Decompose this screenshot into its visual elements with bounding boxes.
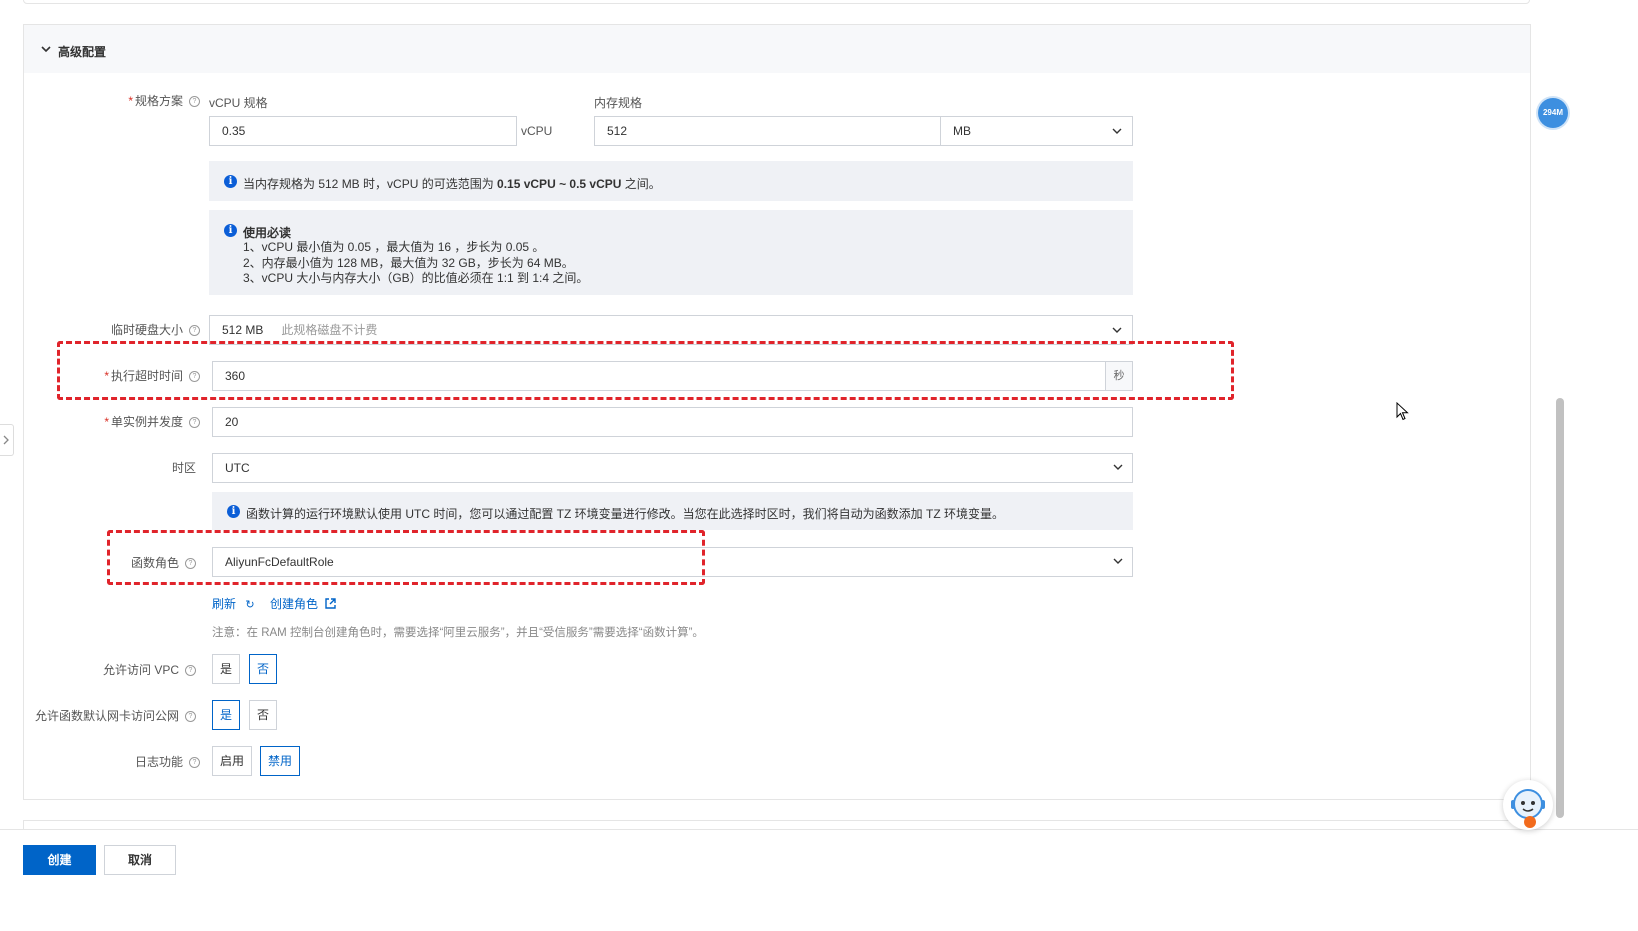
chevron-down-icon[interactable]: [1112, 126, 1122, 136]
chevron-down-icon[interactable]: [1113, 556, 1123, 566]
chevron-down-icon[interactable]: [1113, 462, 1123, 472]
usage-rule: 2、内存最小值为 128 MB，最大值为 32 GB，步长为 64 MB。: [243, 255, 574, 270]
vcpu-unit: vCPU: [521, 124, 553, 138]
scrollbar-thumb[interactable]: [1556, 398, 1564, 818]
logging-label: 日志功能?: [100, 755, 200, 769]
concurrency-label-text: 单实例并发度: [110, 415, 183, 429]
range-bold: 0.15 vCPU ~ 0.5 vCPU: [497, 177, 622, 191]
advanced-config-header[interactable]: [24, 25, 1530, 73]
logging-label-text: 日志功能: [134, 755, 183, 769]
info-icon: i: [224, 224, 237, 237]
concurrency-input[interactable]: 20: [212, 407, 1133, 437]
vcpu-label: vCPU 规格: [209, 96, 268, 110]
disk-label-text: 临时硬盘大小: [110, 323, 183, 337]
role-annotation-box: [107, 530, 705, 585]
help-icon[interactable]: ?: [189, 325, 200, 337]
chevron-down-icon[interactable]: [1112, 325, 1122, 335]
refresh-icon: ↻: [245, 599, 255, 611]
internet-label-text: 允许函数默认网卡访问公网: [34, 709, 179, 723]
concurrency-label: * 单实例并发度?: [100, 415, 200, 429]
cancel-button[interactable]: 取消: [104, 845, 176, 875]
memory-badge[interactable]: 294M: [1538, 98, 1568, 128]
mouse-cursor-icon: [1396, 402, 1409, 421]
vcpu-range-text: 当内存规格为 512 MB 时，vCPU 的可选范围为 0.15 vCPU ~ …: [243, 175, 661, 192]
required-mark: *: [104, 415, 109, 429]
required-mark: *: [128, 94, 133, 108]
memory-unit-select[interactable]: MB: [940, 116, 1133, 146]
internet-label: 允许函数默认网卡访问公网?: [20, 709, 196, 723]
spec-label-text: 规格方案: [134, 94, 183, 108]
timezone-notice-text: 函数计算的运行环境默认使用 UTC 时间，您可以通过配置 TZ 环境变量进行修改…: [246, 507, 1004, 521]
help-icon[interactable]: ?: [189, 96, 200, 108]
memory-label: 内存规格: [594, 96, 643, 110]
usage-rule: 3、vCPU 大小与内存大小（GB）的比值必须在 1:1 到 1:4 之间。: [243, 271, 589, 285]
disk-value: 512 MB: [222, 323, 264, 337]
vcpu-input[interactable]: 0.35: [209, 116, 517, 146]
footer-bar: [0, 829, 1638, 931]
timezone-label: 时区: [171, 461, 196, 475]
disk-hint: 此规格磁盘不计费: [281, 323, 378, 337]
range-suffix: 之间。: [621, 177, 661, 191]
internet-yes-option[interactable]: 是: [212, 700, 240, 730]
external-link-icon: [325, 598, 337, 609]
timezone-select[interactable]: UTC: [212, 453, 1133, 483]
memory-unit-value: MB: [953, 124, 971, 138]
info-icon: i: [224, 175, 237, 188]
previous-section-card: [23, 0, 1530, 4]
create-role-text: 创建角色: [270, 597, 319, 611]
help-icon[interactable]: ?: [185, 665, 196, 677]
role-note: 注意：在 RAM 控制台创建角色时，需要选择“阿里云服务”，并且“受信服务”需要…: [212, 627, 704, 639]
chevron-right-icon: [3, 435, 9, 445]
internet-no-option[interactable]: 否: [249, 700, 277, 730]
usage-rules-title: 使用必读: [243, 226, 292, 240]
vpc-label-text: 允许访问 VPC: [102, 663, 179, 677]
logging-disable-option[interactable]: 禁用: [260, 746, 300, 776]
chevron-down-icon[interactable]: [40, 43, 52, 55]
help-icon[interactable]: ?: [189, 417, 200, 429]
timezone-value: UTC: [225, 461, 250, 475]
refresh-link[interactable]: 刷新 ↻: [212, 595, 255, 612]
vpc-no-option[interactable]: 否: [249, 654, 277, 684]
memory-input[interactable]: 512: [594, 116, 941, 146]
help-icon[interactable]: ?: [185, 711, 196, 723]
spec-label: * 规格方案?: [100, 94, 200, 108]
section-title: 高级配置: [58, 45, 107, 59]
disk-label: 临时硬盘大小?: [100, 323, 200, 337]
assistant-robot-icon: [1511, 789, 1545, 828]
help-icon[interactable]: ?: [189, 757, 200, 769]
timeout-annotation-box: [57, 341, 1234, 400]
range-prefix: 当内存规格为 512 MB 时，vCPU 的可选范围为: [243, 177, 498, 191]
usage-rule: 1、vCPU 最小值为 0.05 ，最大值为 16 ，步长为 0.05 。: [243, 240, 545, 254]
create-button[interactable]: 创建: [23, 845, 96, 875]
refresh-text: 刷新: [212, 597, 237, 611]
sidebar-expand-tab[interactable]: [0, 424, 14, 456]
vpc-label: 允许访问 VPC?: [60, 663, 196, 677]
create-role-link[interactable]: 创建角色: [270, 595, 337, 612]
assistant-avatar[interactable]: [1503, 780, 1553, 830]
logging-enable-option[interactable]: 启用: [212, 746, 252, 776]
info-icon: i: [227, 505, 240, 518]
vpc-yes-option[interactable]: 是: [212, 654, 240, 684]
usage-rules-list: 1、vCPU 最小值为 0.05 ，最大值为 16 ，步长为 0.05 。 2、…: [243, 240, 588, 287]
